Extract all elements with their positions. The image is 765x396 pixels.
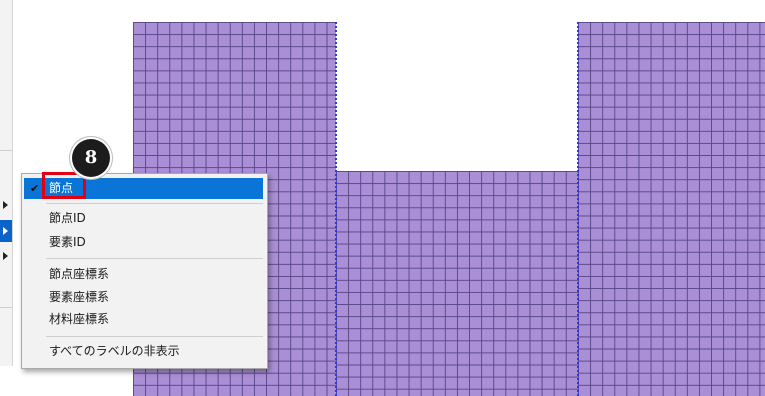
parent-menu-strip [0, 0, 13, 366]
menu-item-element-coord-system[interactable]: 要素座標系 [24, 287, 263, 308]
menu-item-label: すべてのラベルの非表示 [49, 344, 180, 358]
menu-separator [46, 336, 263, 337]
menu-item-label: 要素座標系 [49, 290, 110, 304]
menu-separator [46, 258, 263, 259]
mesh-region-right[interactable] [578, 22, 765, 396]
checkmark-icon: ✔ [30, 182, 40, 195]
menu-separator [46, 203, 263, 204]
submenu-arrow-icon[interactable] [3, 252, 8, 260]
submenu-arrow-icon [3, 227, 8, 235]
label-context-menu: ✔ 節点 節点ID 要素ID 節点座標系 要素座標系 材料座標系 すべてのラベル… [21, 173, 268, 369]
part-boundary-edge [335, 22, 337, 396]
menu-item-label: 節点ID [49, 211, 86, 225]
menu-item-node-coord-system[interactable]: 節点座標系 [24, 264, 263, 285]
menu-item-label: 材料座標系 [49, 312, 110, 326]
mesh-region-center[interactable] [336, 171, 578, 396]
menu-item-hide-all-labels[interactable]: すべてのラベルの非表示 [24, 341, 263, 362]
part-boundary-edge [577, 22, 579, 396]
parent-menu-separator [0, 150, 12, 151]
highlight-box [42, 172, 86, 199]
parent-menu-selected-item[interactable] [0, 220, 12, 242]
submenu-arrow-icon[interactable] [3, 201, 8, 209]
step-number-badge: 8 [72, 139, 110, 177]
menu-item-material-coord-system[interactable]: 材料座標系 [24, 309, 263, 330]
parent-menu-separator [0, 307, 12, 308]
menu-item-node-id[interactable]: 節点ID [24, 208, 263, 229]
menu-item-label: 要素ID [49, 235, 86, 249]
menu-item-element-id[interactable]: 要素ID [24, 232, 263, 253]
menu-item-label: 節点座標系 [49, 267, 110, 281]
